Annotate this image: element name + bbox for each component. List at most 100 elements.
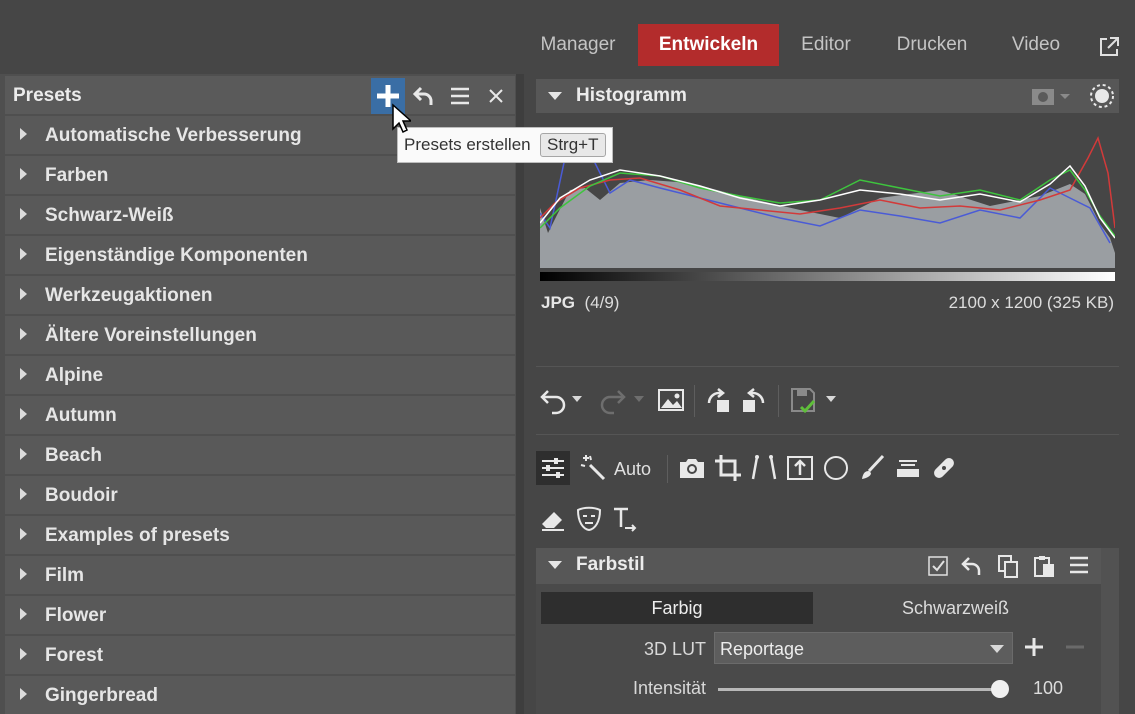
- mode-schwarzweiss-button[interactable]: Schwarzweiß: [813, 592, 1098, 624]
- save-icon[interactable]: [788, 385, 818, 415]
- reset-icon[interactable]: [960, 554, 984, 578]
- preset-category[interactable]: Autumn: [5, 396, 515, 434]
- menu-icon[interactable]: [1068, 555, 1090, 575]
- auto-button[interactable]: Auto: [614, 459, 651, 480]
- perspective-icon[interactable]: [749, 453, 779, 483]
- preset-category[interactable]: Werkzeugaktionen: [5, 276, 515, 314]
- expand-icon: [20, 448, 27, 460]
- copy-icon[interactable]: [996, 554, 1020, 578]
- preset-category-label: Automatische Verbesserung: [45, 125, 302, 146]
- divider: [536, 366, 1119, 367]
- rotate-right-icon[interactable]: [738, 385, 768, 415]
- preset-category[interactable]: Examples of presets: [5, 516, 515, 554]
- crop-icon[interactable]: [713, 453, 743, 483]
- close-icon: [489, 89, 503, 103]
- separator: [667, 455, 668, 483]
- tab-entwickeln[interactable]: Entwickeln: [638, 24, 779, 66]
- external-window-icon[interactable]: [1097, 35, 1121, 59]
- brush-icon[interactable]: [857, 453, 887, 483]
- lut-value: Reportage: [720, 639, 805, 659]
- checkbox-icon[interactable]: [928, 556, 948, 576]
- sliders-icon[interactable]: [536, 451, 570, 485]
- panel-splitter[interactable]: [516, 74, 524, 714]
- chevron-down-icon: [634, 396, 644, 402]
- preset-category-label: Alpine: [45, 365, 104, 386]
- lut-label: 3D LUT: [643, 639, 706, 659]
- tab-video[interactable]: Video: [1000, 24, 1072, 66]
- preset-category[interactable]: Forest: [5, 636, 515, 674]
- tab-manager[interactable]: Manager: [524, 24, 632, 66]
- expand-icon: [20, 328, 27, 340]
- preset-category-label: Film: [45, 565, 85, 586]
- preset-category-label: Ältere Voreinstellungen: [45, 325, 257, 346]
- file-dimensions: 2100 x 1200 (325 KB): [948, 293, 1114, 312]
- tab-drucken[interactable]: Drucken: [885, 24, 979, 66]
- radial-filter-icon[interactable]: [821, 453, 851, 483]
- preset-category-label: Schwarz-Weiß: [45, 205, 174, 226]
- expand-icon: [20, 648, 27, 660]
- gradient-icon[interactable]: [893, 453, 923, 483]
- magic-wand-icon[interactable]: [578, 453, 608, 483]
- expand-icon: [20, 168, 27, 180]
- intensity-slider-track[interactable]: [718, 688, 1000, 691]
- expand-icon: [20, 528, 27, 540]
- preset-category-label: Examples of presets: [45, 525, 230, 546]
- histogram-chart: [539, 118, 1116, 282]
- preset-category-label: Beach: [45, 445, 103, 466]
- farbstil-header[interactable]: Farbstil: [536, 548, 1101, 584]
- histogram-header[interactable]: Histogramm: [536, 79, 1119, 113]
- presets-panel: Presets Automatische Verbesserung Farben…: [0, 74, 520, 714]
- top-bar: Manager Entwickeln Editor Drucken Video: [0, 0, 1135, 74]
- preset-category-label: Boudoir: [45, 485, 118, 506]
- redo-icon[interactable]: [598, 385, 628, 415]
- preset-category[interactable]: Boudoir: [5, 476, 515, 514]
- paste-icon[interactable]: [1032, 554, 1056, 578]
- preset-category[interactable]: Ältere Voreinstellungen: [5, 316, 515, 354]
- tilt-shift-icon[interactable]: [785, 453, 815, 483]
- presets-header: Presets: [5, 76, 515, 114]
- expand-icon: [20, 408, 27, 420]
- expand-icon: [20, 488, 27, 500]
- preset-category-label: Flower: [45, 605, 107, 626]
- preset-category[interactable]: Schwarz-Weiß: [5, 196, 515, 234]
- tooltip-text: Presets erstellen: [404, 135, 531, 154]
- menu-icon: [451, 87, 469, 105]
- preset-category[interactable]: Beach: [5, 436, 515, 474]
- sun-icon[interactable]: [1090, 84, 1114, 108]
- preset-category[interactable]: Eigenständige Komponenten: [5, 236, 515, 274]
- healing-icon[interactable]: [929, 453, 959, 483]
- histogram-mode-icon[interactable]: [1032, 88, 1072, 106]
- preset-category[interactable]: Film: [5, 556, 515, 594]
- preset-category[interactable]: Gingerbread: [5, 676, 515, 714]
- camera-icon[interactable]: [677, 453, 707, 483]
- preset-category[interactable]: Alpine: [5, 356, 515, 394]
- chevron-down-icon[interactable]: [824, 392, 838, 406]
- undo-preset-button[interactable]: [407, 78, 441, 114]
- mode-farbig-button[interactable]: Farbig: [541, 592, 813, 624]
- farbstil-title: Farbstil: [576, 554, 645, 575]
- rotate-left-icon[interactable]: [704, 385, 734, 415]
- chevron-down-icon[interactable]: [570, 392, 584, 406]
- scrollbar[interactable]: [1101, 548, 1119, 714]
- presets-menu-button[interactable]: [443, 78, 477, 114]
- develop-panel: Histogramm JPG (4/9) 2100 x 1200 (325 KB…: [528, 74, 1135, 714]
- close-presets-button[interactable]: [479, 78, 513, 114]
- text-icon[interactable]: [610, 504, 640, 534]
- mask-icon[interactable]: [574, 504, 604, 534]
- remove-lut-icon[interactable]: [1064, 636, 1086, 658]
- undo-icon[interactable]: [538, 385, 568, 415]
- tab-editor[interactable]: Editor: [787, 24, 865, 66]
- eraser-icon[interactable]: [538, 504, 568, 534]
- intensity-slider-handle[interactable]: [991, 680, 1009, 698]
- tooltip-shortcut: Strg+T: [540, 133, 606, 157]
- preset-category[interactable]: Flower: [5, 596, 515, 634]
- farbstil-body: Farbig Schwarzweiß 3D LUT Reportage Inte…: [536, 584, 1101, 714]
- lut-select[interactable]: Reportage: [714, 632, 1013, 664]
- expand-icon: [20, 128, 27, 140]
- add-lut-icon[interactable]: [1023, 636, 1045, 658]
- intensity-value[interactable]: 100: [1033, 678, 1063, 699]
- image-icon[interactable]: [656, 385, 686, 415]
- expand-icon: [20, 248, 27, 260]
- file-info: JPG (4/9): [541, 293, 619, 313]
- expand-icon: [20, 688, 27, 700]
